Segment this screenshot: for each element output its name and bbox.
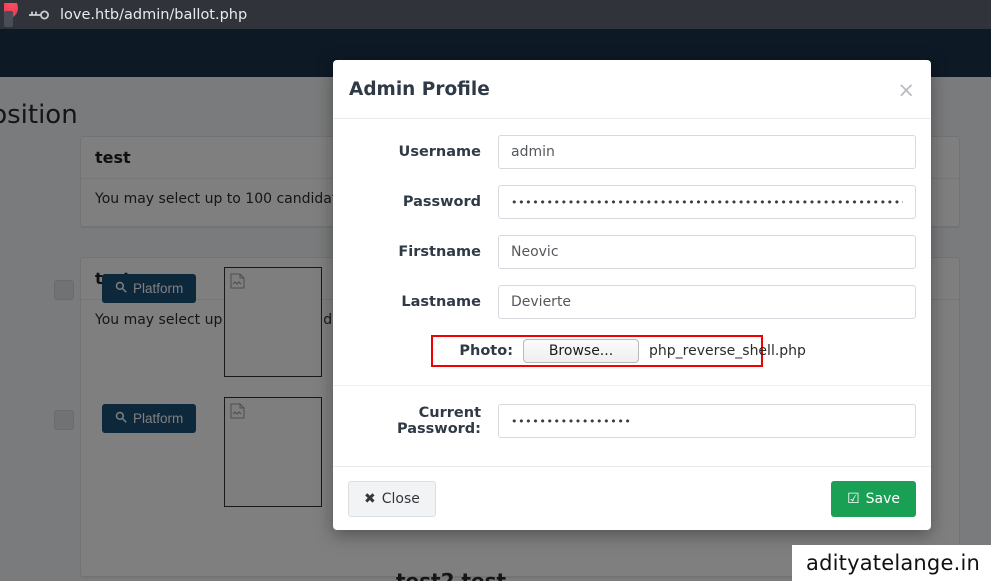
firstname-input[interactable] — [498, 235, 916, 269]
close-icon[interactable]: × — [897, 80, 915, 101]
password-input[interactable] — [498, 185, 916, 219]
checkbox-icon: ☑ — [847, 490, 860, 507]
modal-footer: ✖ Close ☑ Save — [333, 466, 931, 530]
firefox-icon — [4, 2, 20, 27]
browser-url-bar: love.htb/admin/ballot.php — [0, 0, 991, 29]
modal-body: Username Password Firstname Lastname Pho… — [333, 119, 931, 466]
lastname-label: Lastname — [401, 294, 481, 310]
save-button-label: Save — [865, 490, 900, 507]
username-input[interactable] — [498, 135, 916, 169]
close-button-label: Close — [381, 490, 420, 507]
username-row: Username — [348, 135, 916, 169]
password-label: Password — [402, 194, 481, 210]
current-password-label: Current Password: — [397, 405, 481, 437]
photo-label: Photo: — [459, 343, 513, 359]
firstname-label: Firstname — [398, 244, 481, 260]
photo-upload-row: Photo: Browse... php_reverse_shell.php — [431, 335, 806, 367]
modal-title: Admin Profile — [349, 78, 490, 100]
selected-file-name: php_reverse_shell.php — [649, 343, 806, 359]
admin-profile-modal: Admin Profile × Username Password Firstn… — [333, 60, 931, 530]
lastname-row: Lastname — [348, 285, 916, 319]
current-password-row: Current Password: — [348, 404, 916, 438]
form-divider — [333, 385, 931, 386]
current-password-input[interactable] — [498, 404, 916, 438]
watermark: adityatelange.in — [792, 545, 991, 581]
modal-header: Admin Profile × — [333, 60, 931, 119]
x-mark-icon: ✖ — [364, 490, 376, 507]
browse-button[interactable]: Browse... — [523, 339, 639, 363]
key-icon[interactable] — [26, 5, 52, 25]
firstname-row: Firstname — [348, 235, 916, 269]
url-text[interactable]: love.htb/admin/ballot.php — [60, 7, 247, 23]
password-row: Password — [348, 185, 916, 219]
lastname-input[interactable] — [498, 285, 916, 319]
username-label: Username — [398, 144, 481, 160]
save-button[interactable]: ☑ Save — [831, 480, 916, 517]
close-button[interactable]: ✖ Close — [348, 480, 436, 517]
